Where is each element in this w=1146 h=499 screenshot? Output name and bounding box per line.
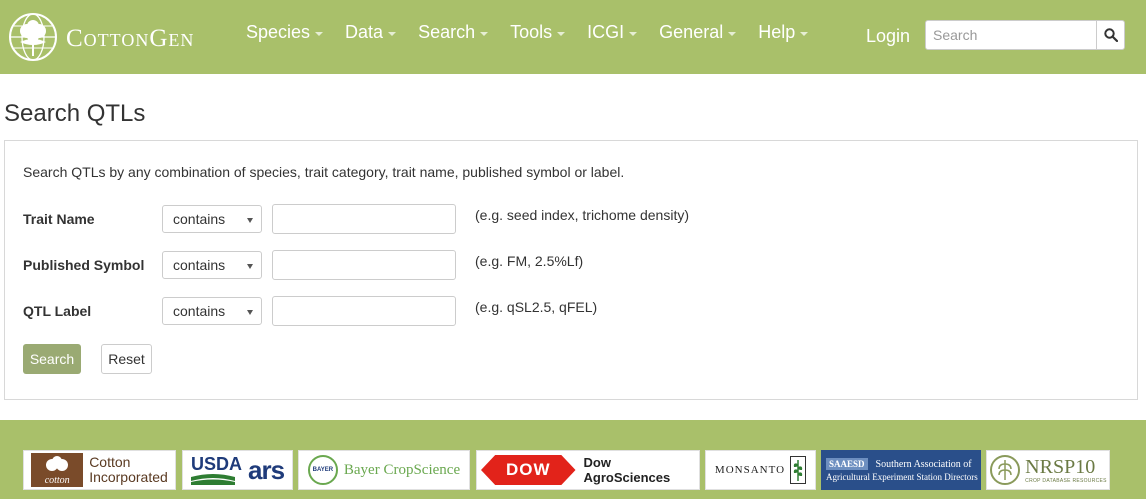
- nav-species[interactable]: Species: [246, 22, 324, 43]
- nav-help[interactable]: Help: [758, 22, 809, 43]
- published-symbol-operator-value: contains: [173, 257, 226, 273]
- trait-name-operator-select[interactable]: contains: [162, 205, 262, 233]
- chevron-down-icon: [247, 264, 253, 269]
- chevron-down-icon: [247, 310, 253, 315]
- qtl-label-row: QTL Label contains (e.g. qSL2.5, qFEL): [23, 296, 1123, 326]
- monsanto-text: MONSANTO: [714, 464, 786, 476]
- cotton-inc-line1: Cotton: [89, 454, 131, 470]
- sponsor-bayer-cropscience[interactable]: BAYER Bayer CropScience: [298, 450, 470, 490]
- chevron-down-icon: [247, 218, 253, 223]
- saaesd-top: SAAESD Southern Association of: [826, 458, 980, 470]
- trait-name-operator-value: contains: [173, 211, 226, 227]
- nav-tools-label: Tools: [510, 22, 553, 42]
- login-link[interactable]: Login: [866, 26, 910, 47]
- sponsor-footer: cotton Cotton Incorporated USDA ars BAYE…: [0, 420, 1146, 499]
- cotton-inc-badge-text: cotton: [44, 475, 70, 486]
- ars-text: ars: [247, 454, 285, 485]
- nav-species-label: Species: [246, 22, 311, 42]
- cotton-inc-logo: cotton: [31, 453, 84, 487]
- chevron-down-icon: [728, 31, 737, 36]
- trait-name-label: Trait Name: [23, 211, 95, 227]
- nrsp10-text-group: NRSP10 CROP DATABASE RESOURCES: [1025, 457, 1107, 484]
- site-header: CottonGen Species Data Search Tools ICGI…: [0, 0, 1146, 74]
- chevron-down-icon: [388, 31, 397, 36]
- qtl-search-panel: Search QTLs by any combination of specie…: [4, 140, 1138, 400]
- reset-button[interactable]: Reset: [101, 344, 152, 374]
- nav-general[interactable]: General: [659, 22, 737, 43]
- published-symbol-label: Published Symbol: [23, 257, 145, 273]
- chevron-down-icon: [800, 31, 809, 36]
- site-name: CottonGen: [66, 24, 195, 52]
- cotton-boll-globe-icon: [9, 13, 57, 61]
- main-nav: Species Data Search Tools ICGI General H…: [246, 22, 830, 43]
- saaesd-badge: SAAESD: [826, 458, 868, 470]
- nav-data[interactable]: Data: [345, 22, 397, 43]
- nrsp10-text: NRSP10: [1025, 455, 1096, 478]
- magnifier-icon: [1103, 28, 1118, 42]
- sponsor-usda-ars[interactable]: USDA ars: [182, 450, 293, 490]
- qtl-label-label: QTL Label: [23, 303, 92, 319]
- sponsor-nrsp10[interactable]: NRSP10 CROP DATABASE RESOURCES: [986, 450, 1110, 490]
- search-button[interactable]: Search: [23, 344, 81, 374]
- saaesd-line2: Agricultural Experiment Station Director…: [826, 472, 978, 482]
- nrsp10-subtext: CROP DATABASE RESOURCES: [1025, 477, 1107, 484]
- published-symbol-example: (e.g. FM, 2.5%Lf): [475, 253, 584, 269]
- qtl-label-operator-select[interactable]: contains: [162, 297, 262, 325]
- bayer-text: Bayer CropScience: [343, 461, 461, 478]
- search-description: Search QTLs by any combination of specie…: [23, 164, 625, 180]
- chevron-down-icon: [629, 31, 638, 36]
- chevron-down-icon: [557, 31, 566, 36]
- published-symbol-operator-select[interactable]: contains: [162, 251, 262, 279]
- cotton-inc-text: Cotton Incorporated: [89, 455, 168, 485]
- dow-diamond-logo: DOW: [481, 455, 576, 485]
- cotton-inc-line2: Incorporated: [89, 469, 168, 485]
- sponsor-saaesd[interactable]: SAAESD Southern Association of Agricultu…: [821, 450, 981, 490]
- published-symbol-row: Published Symbol contains (e.g. FM, 2.5%…: [23, 250, 1123, 280]
- qtl-label-input[interactable]: [272, 296, 456, 326]
- saaesd-line1: Southern Association of: [875, 458, 972, 470]
- site-search-button[interactable]: [1096, 21, 1124, 49]
- nav-tools[interactable]: Tools: [510, 22, 566, 43]
- nav-icgi[interactable]: ICGI: [587, 22, 638, 43]
- sponsor-dow-agrosciences[interactable]: DOW Dow AgroSciences: [476, 450, 700, 490]
- qtl-label-example: (e.g. qSL2.5, qFEL): [475, 299, 598, 315]
- site-logo[interactable]: CottonGen: [8, 12, 194, 62]
- site-search-input[interactable]: [926, 21, 1096, 49]
- usda-logo: USDA: [190, 454, 242, 485]
- sponsor-monsanto[interactable]: MONSANTO: [705, 450, 816, 490]
- nav-data-label: Data: [345, 22, 384, 42]
- sponsor-cotton-incorporated[interactable]: cotton Cotton Incorporated: [23, 450, 176, 490]
- wheat-wreath-icon: [990, 455, 1021, 485]
- chevron-down-icon: [480, 31, 489, 36]
- nav-search-label: Search: [418, 22, 476, 42]
- bayer-cross-logo: BAYER: [307, 455, 338, 485]
- site-search: [925, 20, 1125, 50]
- usda-text: USDA: [190, 454, 242, 474]
- nav-icgi-label: ICGI: [587, 22, 625, 42]
- qtl-label-operator-value: contains: [173, 303, 226, 319]
- usda-swoosh-icon: [190, 474, 235, 485]
- wheat-sprout-icon: [790, 456, 807, 484]
- trait-name-input[interactable]: [272, 204, 456, 234]
- nav-help-label: Help: [758, 22, 796, 42]
- dow-text: Dow AgroSciences: [583, 455, 671, 485]
- page-title: Search QTLs: [4, 100, 146, 127]
- chevron-down-icon: [315, 31, 324, 36]
- nav-search[interactable]: Search: [418, 22, 489, 43]
- trait-name-row: Trait Name contains (e.g. seed index, tr…: [23, 204, 1123, 234]
- published-symbol-input[interactable]: [272, 250, 456, 280]
- bayer-badge-text: BAYER: [312, 467, 334, 473]
- cotton-boll-icon: [46, 456, 69, 471]
- dow-badge-text: DOW: [505, 460, 551, 479]
- trait-name-example: (e.g. seed index, trichome density): [475, 207, 689, 223]
- nav-general-label: General: [659, 22, 724, 42]
